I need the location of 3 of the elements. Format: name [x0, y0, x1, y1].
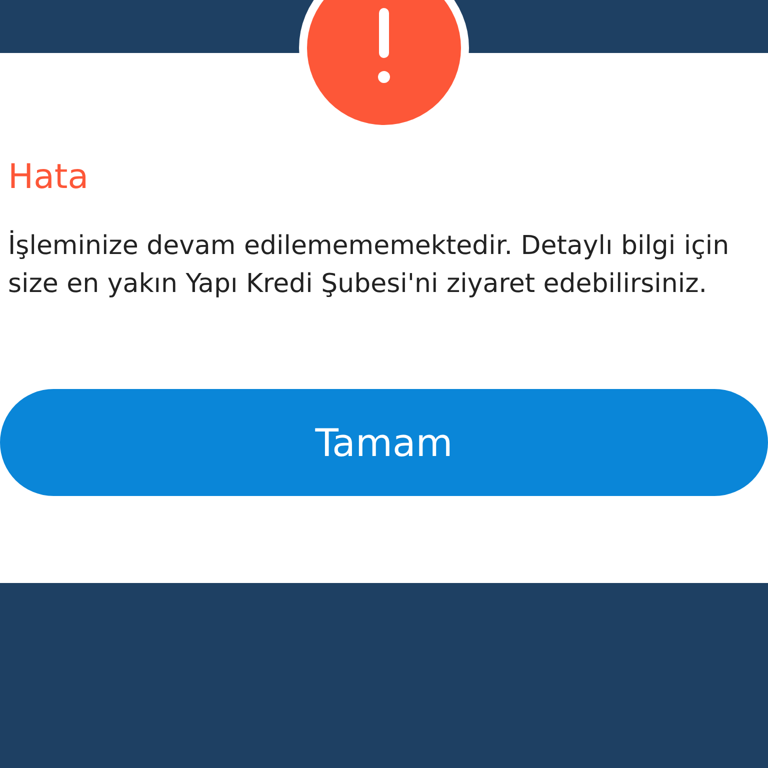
- dialog-title: Hata: [8, 156, 90, 199]
- error-message: İşleminize devam edilemememektedir. Detaylı bilgi için size en yakın Yapı Kredi Şubesi'ni ziyaret edebilirsiniz.: [8, 229, 730, 301]
- ok-button[interactable]: Tamam: [0, 389, 768, 496]
